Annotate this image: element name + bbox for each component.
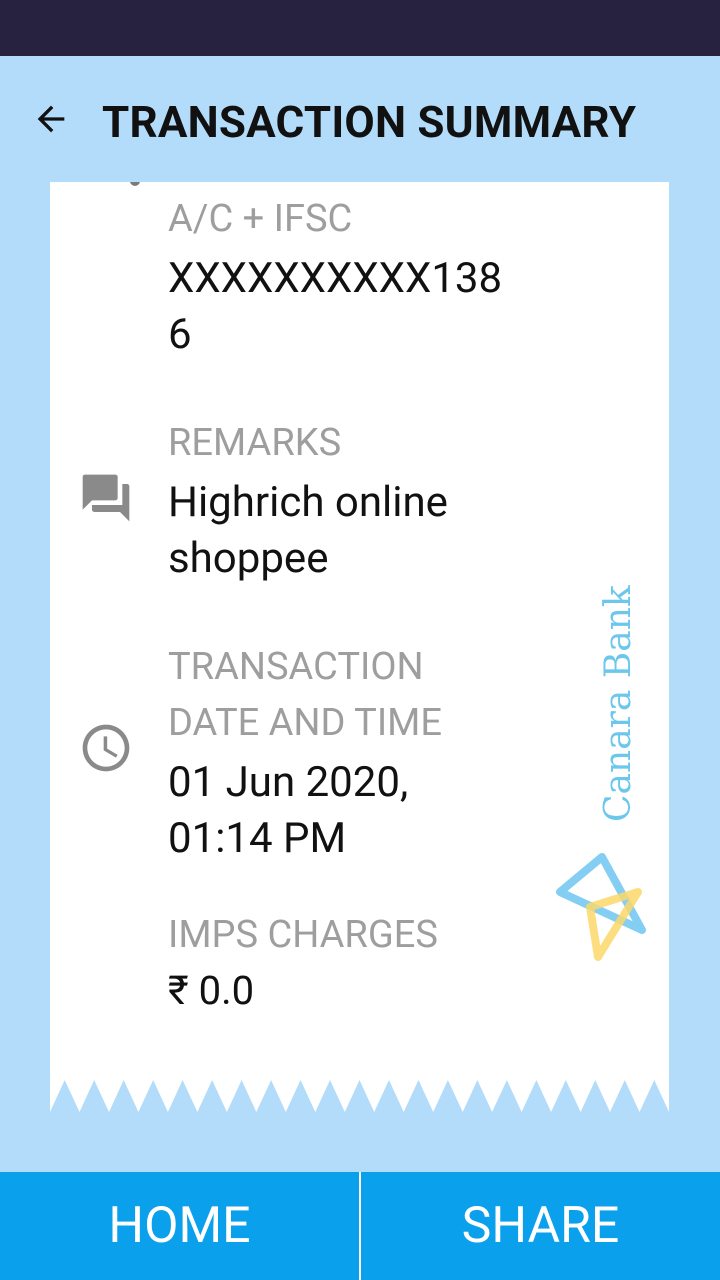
decorative-dot xyxy=(130,182,140,186)
clock-icon xyxy=(78,720,134,776)
remarks-value-line2: shoppee xyxy=(168,534,329,583)
app-header: TRANSACTION SUMMARY xyxy=(0,56,720,186)
datetime-field: TRANSACTION DATE AND TIME 01 Jun 2020, 0… xyxy=(168,644,588,868)
chat-bubbles-icon xyxy=(78,470,134,526)
account-value-line2: 6 xyxy=(168,310,192,359)
page-title: TRANSACTION SUMMARY xyxy=(102,96,637,148)
datetime-label-line1: TRANSACTION xyxy=(168,645,424,689)
bottom-action-bar: HOME SHARE xyxy=(0,1172,720,1280)
datetime-value-line2: 01:14 PM xyxy=(168,814,347,863)
account-value-line1: XXXXXXXXXX138 xyxy=(168,254,503,303)
status-bar xyxy=(0,0,720,56)
remarks-field: REMARKS Highrich online shoppee xyxy=(168,420,588,588)
account-label: A/C + IFSC xyxy=(168,197,353,241)
receipt-card: A/C + IFSC XXXXXXXXXX138 6 REMARKS Highr… xyxy=(50,182,669,1112)
back-button[interactable] xyxy=(26,94,76,144)
datetime-label-line2: DATE AND TIME xyxy=(168,701,442,745)
charges-label: IMPS CHARGES xyxy=(168,913,438,957)
share-button[interactable]: SHARE xyxy=(361,1172,720,1280)
charges-value: ₹ 0.0 xyxy=(168,967,255,1014)
remarks-label: REMARKS xyxy=(168,421,342,465)
charges-field: IMPS CHARGES ₹ 0.0 xyxy=(168,912,588,1020)
receipt-zigzag-edge xyxy=(50,1080,669,1112)
account-field: A/C + IFSC XXXXXXXXXX138 6 xyxy=(168,196,588,364)
arrow-left-icon xyxy=(37,105,65,133)
watermark-text: Canara Bank xyxy=(598,585,639,822)
remarks-value-line1: Highrich online xyxy=(168,478,448,527)
datetime-value-line1: 01 Jun 2020, xyxy=(168,758,409,807)
home-button[interactable]: HOME xyxy=(0,1172,359,1280)
